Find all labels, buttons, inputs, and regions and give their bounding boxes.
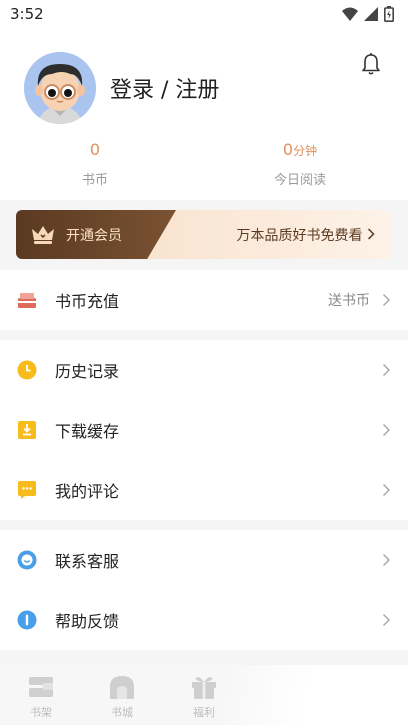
- signal-icon: [364, 7, 378, 21]
- crown-icon: [32, 226, 54, 244]
- avatar[interactable]: [24, 52, 96, 124]
- profile-page: 3:52 登录 / 注册 0 书币 0分钟 今日阅读 开通会员 万本品质好书免费…: [0, 0, 408, 725]
- records-group: 历史记录 下载缓存 我的评论: [0, 340, 408, 520]
- menu-item-comments-label: 我的评论: [55, 482, 120, 501]
- vip-banner[interactable]: 开通会员 万本品质好书免费看: [16, 210, 391, 259]
- menu-item-service-label: 联系客服: [55, 552, 120, 571]
- menu-item-download[interactable]: 下载缓存: [0, 400, 408, 460]
- chevron-right-icon: [382, 613, 391, 627]
- avatar-image: [24, 52, 96, 124]
- chevron-right-icon: [382, 423, 391, 437]
- bottom-tab-bar: 书架 书城 福利: [0, 665, 408, 725]
- tab-welfare[interactable]: 福利: [179, 675, 229, 720]
- chevron-right-icon: [382, 293, 391, 307]
- menu-item-history[interactable]: 历史记录: [0, 340, 408, 400]
- tab-store[interactable]: 书城: [97, 675, 147, 720]
- gift-icon: [192, 677, 216, 699]
- menu-item-feedback-label: 帮助反馈: [55, 612, 120, 631]
- reading-stat[interactable]: 0分钟 今日阅读: [240, 140, 360, 188]
- login-register-link[interactable]: 登录 / 注册: [110, 72, 219, 104]
- customer-service-icon: [17, 550, 37, 570]
- menu-item-comments[interactable]: 我的评论: [0, 460, 408, 520]
- bookstore-icon: [110, 676, 134, 699]
- tab-welfare-label: 福利: [193, 706, 215, 719]
- vip-open-label: 开通会员: [66, 228, 122, 244]
- profile-header: 登录 / 注册 0 书币 0分钟 今日阅读: [0, 28, 408, 200]
- recharge-group: 书币充值 送书币: [0, 270, 408, 330]
- chevron-right-icon: [382, 363, 391, 377]
- comment-icon: [18, 481, 36, 499]
- tab-shelf[interactable]: 书架: [16, 675, 66, 720]
- reading-value: 0分钟: [282, 140, 318, 159]
- menu-item-history-label: 历史记录: [55, 362, 120, 381]
- status-icons: [342, 6, 394, 22]
- menu-item-service[interactable]: 联系客服: [0, 530, 408, 590]
- chevron-right-icon: [367, 228, 375, 240]
- menu-item-feedback[interactable]: 帮助反馈: [0, 590, 408, 650]
- coins-value: 0: [89, 140, 101, 159]
- bookshelf-icon: [29, 677, 53, 697]
- status-bar: 3:52: [0, 0, 408, 28]
- menu-item-recharge-label: 书币充值: [55, 292, 120, 311]
- coins-stat[interactable]: 0 书币: [35, 140, 155, 188]
- menu-item-download-label: 下载缓存: [55, 422, 120, 441]
- reading-label: 今日阅读: [273, 173, 326, 188]
- support-group: 联系客服 帮助反馈: [0, 530, 408, 650]
- bell-icon[interactable]: [360, 52, 382, 76]
- battery-icon: [384, 6, 394, 22]
- vip-promo-text: 万本品质好书免费看: [237, 225, 375, 245]
- reading-unit: 分钟: [293, 144, 318, 158]
- info-icon: [17, 610, 37, 630]
- wifi-icon: [342, 7, 358, 21]
- tab-store-label: 书城: [111, 706, 133, 719]
- status-time: 3:52: [10, 5, 44, 23]
- download-icon: [18, 421, 36, 439]
- clock-icon: [17, 360, 37, 380]
- coins-label: 书币: [81, 173, 108, 188]
- menu-item-recharge[interactable]: 书币充值 送书币: [0, 270, 408, 330]
- menu-item-recharge-extra: 送书币: [328, 293, 370, 309]
- chevron-right-icon: [382, 483, 391, 497]
- tab-shelf-label: 书架: [30, 706, 52, 719]
- recharge-icon: [18, 293, 36, 308]
- chevron-right-icon: [382, 553, 391, 567]
